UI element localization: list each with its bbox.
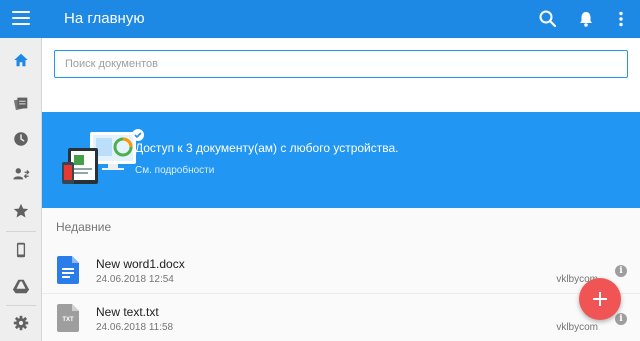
drive-icon[interactable] [0,271,42,301]
file-date: 24.06.2018 12:54 [96,274,174,285]
search-field[interactable] [54,50,628,78]
recent-section-title: Недавние [56,220,112,234]
more-vertical-icon[interactable] [611,9,631,29]
home-icon[interactable] [0,45,42,75]
file-date: 24.06.2018 11:58 [96,322,174,333]
star-icon[interactable] [0,196,42,226]
menu-icon[interactable] [12,11,30,27]
promo-banner[interactable]: Доступ к 3 документу(ам) с любого устрой… [42,112,640,208]
banner-details-link[interactable]: См. подробности [135,165,214,176]
top-app-bar: На главную [0,0,640,38]
file-owner: vklbycom [556,322,598,333]
clock-icon[interactable] [0,124,42,154]
banner-headline: Доступ к 3 документу(ам) с любого устрой… [135,141,399,155]
word-doc-icon [57,256,79,284]
list-item[interactable]: TXT New text.txt 24.06.2018 11:58 vklbyc… [42,296,640,341]
shared-users-icon[interactable] [0,159,42,189]
info-icon[interactable]: i [615,313,627,325]
txt-badge: TXT [62,317,74,323]
file-name: New text.txt [96,305,159,319]
main-content: Доступ к 3 документу(ам) с любого устрой… [42,38,640,341]
gear-icon[interactable] [0,308,42,338]
stacked-documents-icon[interactable] [0,88,42,118]
file-name: New word1.docx [96,257,185,271]
navigation-rail [0,38,42,341]
txt-file-icon: TXT [57,304,79,332]
info-icon[interactable]: i [615,265,627,277]
bell-icon[interactable] [576,9,596,29]
add-button[interactable] [579,278,621,320]
phone-icon[interactable] [0,235,42,265]
page-title: На главную [64,10,145,27]
search-icon[interactable] [538,9,558,29]
list-item[interactable]: New word1.docx 24.06.2018 12:54 vklbycom… [42,248,640,294]
devices-illustration-icon [62,129,144,184]
search-input[interactable] [55,51,627,77]
